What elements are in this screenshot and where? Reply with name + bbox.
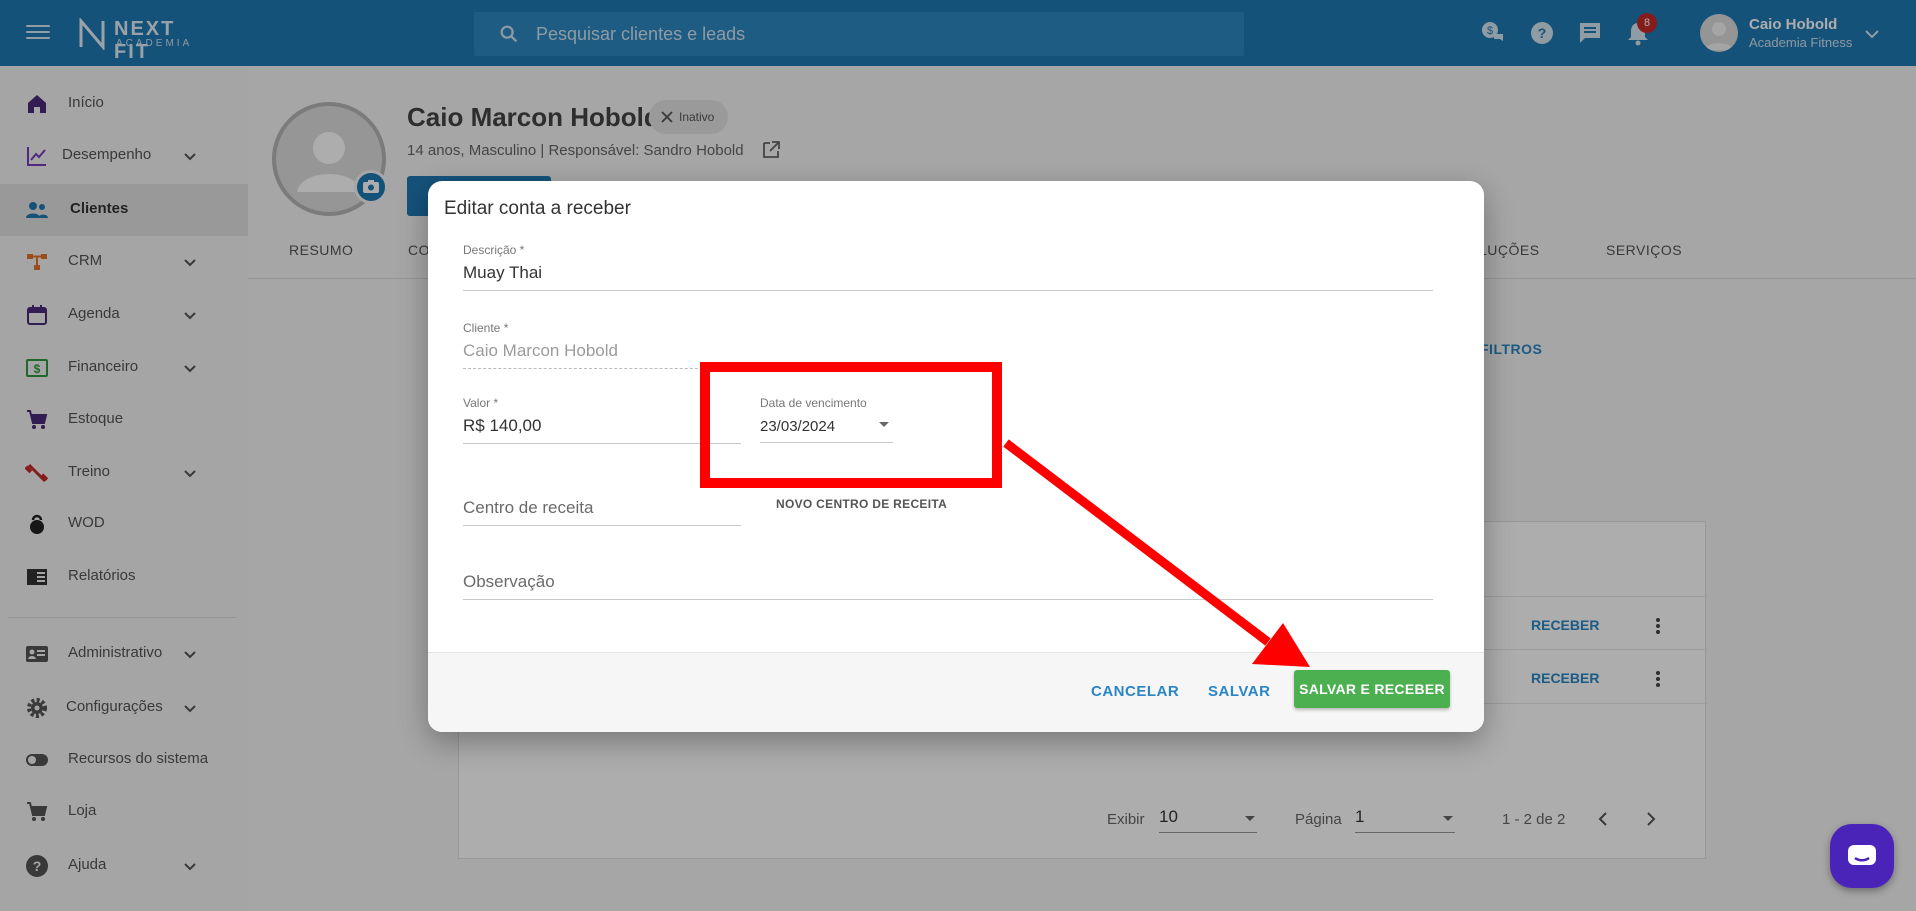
field-underline (463, 290, 1433, 291)
description-label: Descrição * (463, 243, 525, 257)
field-underline (463, 599, 1433, 600)
notes-placeholder: Observação (463, 572, 555, 591)
chat-icon (1848, 845, 1876, 865)
new-revenue-center-button[interactable]: NOVO CENTRO DE RECEITA (776, 497, 947, 511)
dialog-actions: CANCELAR SALVAR SALVAR E RECEBER (428, 652, 1484, 732)
chat-widget-button[interactable] (1830, 824, 1894, 888)
save-button[interactable]: SALVAR (1208, 683, 1270, 700)
revenue-center-placeholder: Centro de receita (463, 498, 594, 517)
client-value: Caio Marcon Hobold (463, 341, 618, 360)
field-underline (463, 525, 741, 526)
save-and-receive-button[interactable]: SALVAR E RECEBER (1294, 670, 1450, 708)
revenue-center-field[interactable]: Centro de receita (463, 498, 741, 526)
client-label: Cliente * (463, 321, 509, 335)
description-value[interactable]: Muay Thai (463, 263, 1433, 283)
client-field: Cliente * Caio Marcon Hobold (463, 321, 713, 369)
cancel-button[interactable]: CANCELAR (1091, 683, 1179, 700)
highlight-box (700, 362, 1002, 488)
notes-field[interactable]: Observação (463, 572, 1433, 600)
dialog-title: Editar conta a receber (444, 198, 631, 219)
description-field[interactable]: Descrição * Muay Thai (463, 243, 1433, 291)
field-underline (463, 368, 713, 369)
